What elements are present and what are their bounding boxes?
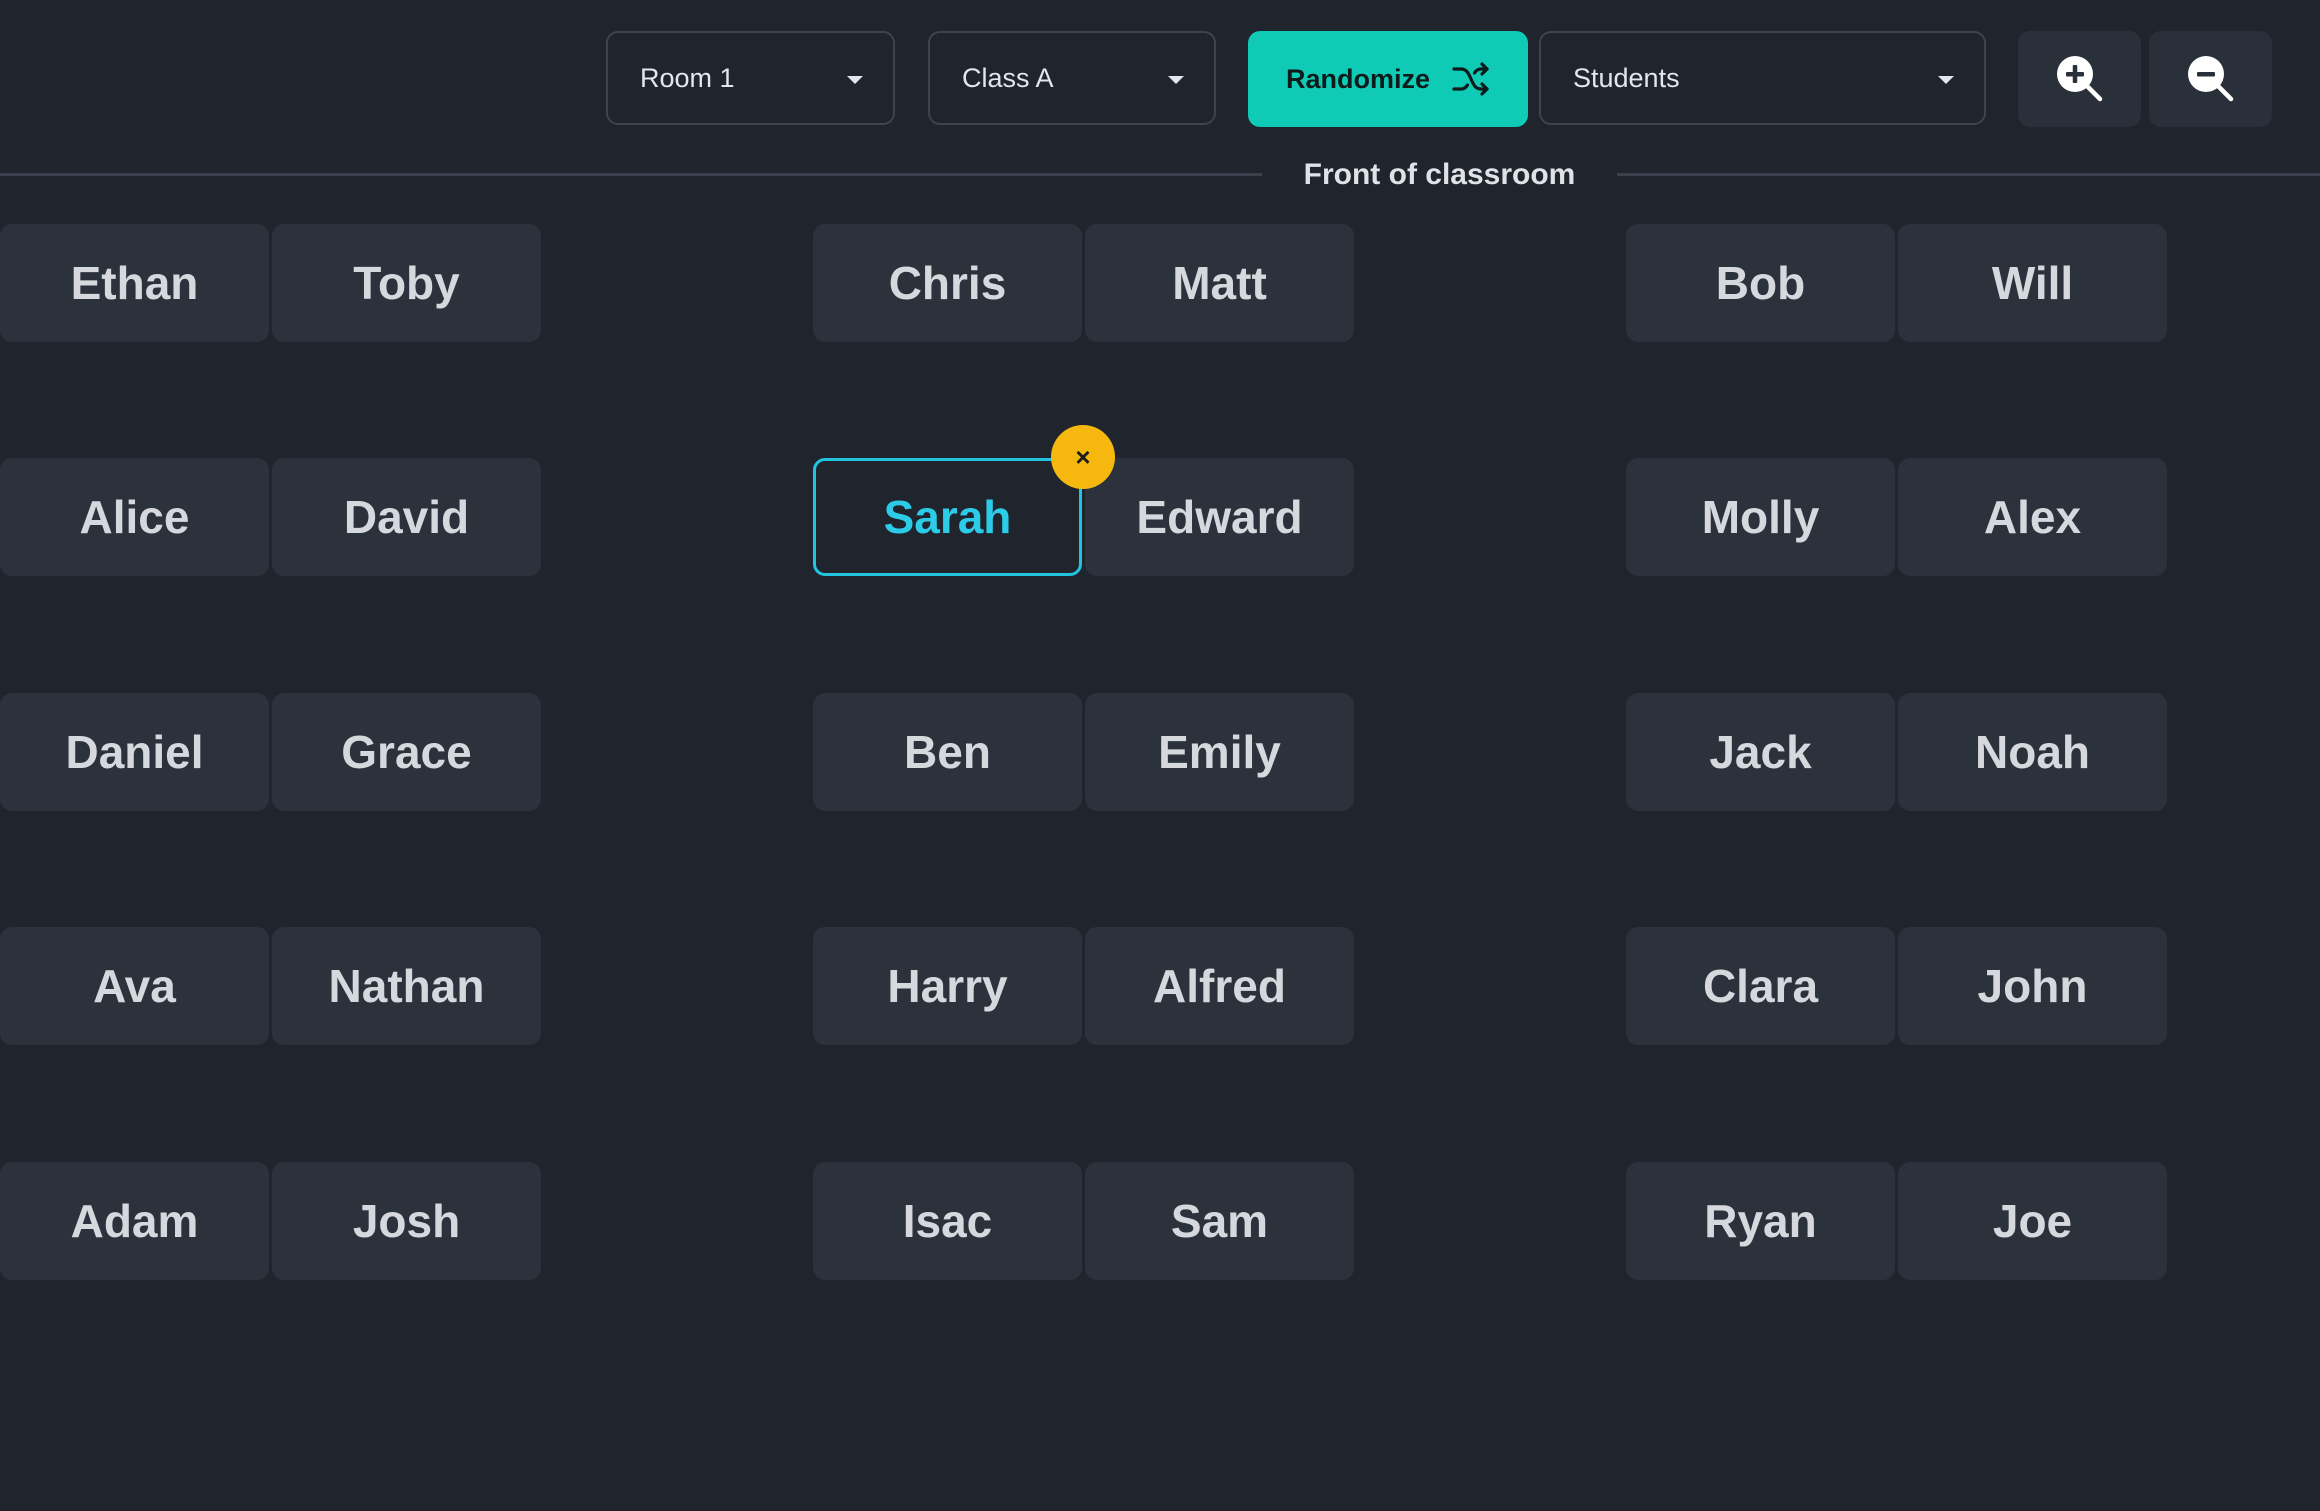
student-seat[interactable]: Josh: [272, 1162, 541, 1280]
seat-row: Ava Nathan Harry Alfred Clara John: [0, 927, 2320, 1045]
student-seat[interactable]: Clara: [1626, 927, 1895, 1045]
student-seat[interactable]: Ben: [813, 693, 1082, 811]
student-seat[interactable]: Isac: [813, 1162, 1082, 1280]
desk: Harry Alfred: [813, 927, 1356, 1045]
desk: Isac Sam: [813, 1162, 1356, 1280]
student-seat[interactable]: Harry: [813, 927, 1082, 1045]
student-seat[interactable]: Sam: [1085, 1162, 1354, 1280]
student-seat[interactable]: Nathan: [272, 927, 541, 1045]
student-seat[interactable]: Ethan: [0, 224, 269, 342]
student-seat[interactable]: Alex: [1898, 458, 2167, 576]
student-seat[interactable]: Alfred: [1085, 927, 1354, 1045]
student-seat[interactable]: Grace: [272, 693, 541, 811]
student-seat[interactable]: Will: [1898, 224, 2167, 342]
student-seat[interactable]: Alice: [0, 458, 269, 576]
seating-chart: Ethan Toby Chris Matt Bob Will Alice Dav…: [0, 0, 2320, 1511]
student-seat[interactable]: Noah: [1898, 693, 2167, 811]
seat-row: Alice David Sarah Edward Molly Alex: [0, 458, 2320, 576]
student-seat[interactable]: Molly: [1626, 458, 1895, 576]
desk: Ryan Joe: [1626, 1162, 2169, 1280]
desk: Ethan Toby: [0, 224, 543, 342]
desk: Alice David: [0, 458, 543, 576]
desk: Bob Will: [1626, 224, 2169, 342]
desk: Jack Noah: [1626, 693, 2169, 811]
student-seat[interactable]: Jack: [1626, 693, 1895, 811]
student-seat[interactable]: Toby: [272, 224, 541, 342]
desk: Adam Josh: [0, 1162, 543, 1280]
student-seat[interactable]: Joe: [1898, 1162, 2167, 1280]
student-seat[interactable]: Ava: [0, 927, 269, 1045]
desk: Ava Nathan: [0, 927, 543, 1045]
student-seat[interactable]: Ryan: [1626, 1162, 1895, 1280]
desk: Chris Matt: [813, 224, 1356, 342]
student-seat[interactable]: Adam: [0, 1162, 269, 1280]
student-seat-selected[interactable]: Sarah: [813, 458, 1082, 576]
remove-student-button[interactable]: ×: [1051, 425, 1115, 489]
seat-row: Ethan Toby Chris Matt Bob Will: [0, 224, 2320, 342]
desk: Molly Alex: [1626, 458, 2169, 576]
student-seat[interactable]: Bob: [1626, 224, 1895, 342]
student-seat[interactable]: Chris: [813, 224, 1082, 342]
student-seat[interactable]: Edward: [1085, 458, 1354, 576]
student-seat[interactable]: David: [272, 458, 541, 576]
close-icon: ×: [1075, 441, 1091, 472]
desk: Daniel Grace: [0, 693, 543, 811]
seat-row: Daniel Grace Ben Emily Jack Noah: [0, 693, 2320, 811]
student-seat[interactable]: Emily: [1085, 693, 1354, 811]
student-seat[interactable]: Daniel: [0, 693, 269, 811]
seat-row: Adam Josh Isac Sam Ryan Joe: [0, 1162, 2320, 1280]
student-seat[interactable]: Matt: [1085, 224, 1354, 342]
desk: Clara John: [1626, 927, 2169, 1045]
desk: Ben Emily: [813, 693, 1356, 811]
student-seat[interactable]: John: [1898, 927, 2167, 1045]
